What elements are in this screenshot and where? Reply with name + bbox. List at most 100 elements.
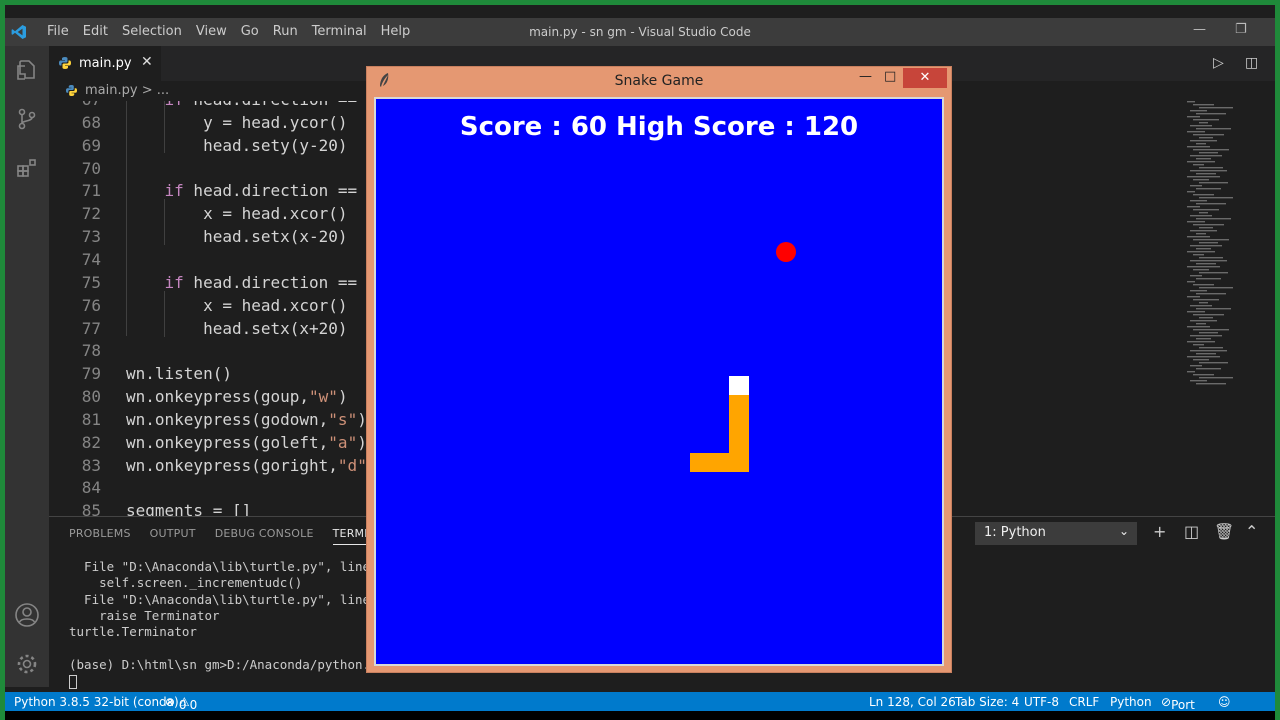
tab-size[interactable]: Tab Size: 4 xyxy=(955,695,1019,709)
line-number: 67 xyxy=(49,101,101,109)
line-number: 82 xyxy=(81,432,101,452)
activity-bar xyxy=(5,46,49,687)
snake-title-bar[interactable]: Snake Game — □ ✕ xyxy=(367,67,951,95)
snake-segment xyxy=(729,395,749,415)
breadcrumb-separator: > xyxy=(141,83,153,98)
code-text: wn.onkeypress(goup,"w") xyxy=(126,387,348,407)
code-text: if head.direction == xyxy=(126,101,358,109)
python-file-icon xyxy=(59,57,71,69)
python-file-icon xyxy=(66,85,77,96)
snake-head xyxy=(729,376,749,395)
extensions-icon[interactable] xyxy=(13,154,41,182)
restore-icon[interactable]: ❐ xyxy=(1235,22,1247,37)
line-number: 72 xyxy=(81,204,101,224)
line-number: 74 xyxy=(81,249,101,269)
close-icon[interactable]: ✕ xyxy=(903,68,947,88)
tab-debug-console[interactable]: DEBUG CONSOLE xyxy=(215,527,314,545)
line-number: 79 xyxy=(81,364,101,384)
more-actions-icon[interactable]: ⋯ xyxy=(1275,55,1280,71)
line-number: 81 xyxy=(81,409,101,429)
food xyxy=(776,242,796,262)
code-text: wn.listen() xyxy=(126,364,232,384)
tab-problems[interactable]: PROBLEMS xyxy=(69,527,131,545)
line-number: 84 xyxy=(81,478,101,498)
code-text: y = head.ycor() xyxy=(126,112,348,132)
line-number: 68 xyxy=(81,112,101,132)
breadcrumb-file[interactable]: main.py xyxy=(85,83,138,98)
terminal-line: turtle.Terminator xyxy=(69,624,197,640)
terminal-select[interactable]: 1: Python ⌄ xyxy=(975,522,1137,545)
run-python-icon[interactable]: ▷ xyxy=(1213,55,1224,71)
code-text: wn.onkeypress(goright,"d" xyxy=(126,455,367,475)
game-canvas[interactable]: Score : 60 High Score : 120 xyxy=(374,97,944,666)
error-count: 0 xyxy=(178,698,187,712)
screen-frame: File Edit Selection View Go Run Terminal… xyxy=(0,0,1280,720)
code-text: segments = [] xyxy=(126,501,252,516)
line-number: 73 xyxy=(81,227,101,247)
breadcrumb-more[interactable]: ... xyxy=(157,83,169,98)
snake-segment xyxy=(690,453,710,472)
snake-segment xyxy=(729,435,749,453)
split-terminal-icon[interactable]: ◫ xyxy=(1184,522,1199,541)
code-text: if head.direction == xyxy=(164,272,358,292)
terminal-cursor xyxy=(69,674,77,689)
language-mode[interactable]: Python xyxy=(1110,695,1152,709)
title-bar: File Edit Selection View Go Run Terminal… xyxy=(5,18,1275,46)
explorer-icon[interactable] xyxy=(13,56,41,84)
code-text: x = head.xcor() xyxy=(126,295,348,315)
maximize-panel-icon[interactable]: ⌃ xyxy=(1245,522,1258,541)
new-terminal-icon[interactable]: + xyxy=(1153,522,1166,541)
screen-bottom-edge xyxy=(5,711,1275,720)
line-number: 76 xyxy=(81,295,101,315)
close-tab-icon[interactable]: ✕ xyxy=(141,54,153,70)
maximize-icon[interactable]: □ xyxy=(884,69,896,84)
code-text: wn.onkeypress(goleft,"a") xyxy=(126,432,367,452)
minimap[interactable] xyxy=(1185,101,1265,401)
line-number: 77 xyxy=(81,318,101,338)
tab-label: main.py xyxy=(79,56,132,71)
chevron-down-icon: ⌄ xyxy=(1118,524,1129,538)
panel-tabs: PROBLEMS OUTPUT DEBUG CONSOLE TERMINAL xyxy=(69,527,409,545)
game-board xyxy=(690,242,796,472)
code-text: head.sety(y-20) xyxy=(126,135,348,155)
line-number: 70 xyxy=(81,158,101,178)
terminal-line: (base) D:\html\sn gm>D:/Anaconda/python.… xyxy=(69,656,378,672)
settings-gear-icon[interactable] xyxy=(13,650,41,678)
status-bar: Python 3.8.5 32-bit (conda) ⊗ 0 ⚠ 0 Ln 1… xyxy=(5,692,1275,720)
warning-count: 0 xyxy=(189,698,198,712)
python-interpreter[interactable]: Python 3.8.5 32-bit (conda) xyxy=(14,695,179,709)
end-of-line[interactable]: CRLF xyxy=(1069,695,1099,709)
tab-main-py[interactable]: main.py ✕ xyxy=(49,46,161,81)
account-icon[interactable] xyxy=(13,601,41,629)
code-text: if head.direction == xyxy=(164,181,358,201)
encoding[interactable]: UTF-8 xyxy=(1024,695,1059,709)
terminal-output[interactable]: File "D:\Anaconda\lib\turtle.py", line s… xyxy=(69,559,378,689)
terminal-line: File "D:\Anaconda\lib\turtle.py", line xyxy=(69,559,371,574)
terminal-line: raise Terminator xyxy=(69,607,220,623)
snake-segment xyxy=(710,453,749,472)
line-number: 69 xyxy=(81,135,101,155)
tab-output[interactable]: OUTPUT xyxy=(150,527,196,545)
minimize-icon[interactable]: — xyxy=(1193,22,1206,37)
line-number: 80 xyxy=(81,387,101,407)
code-text: wn.onkeypress(godown,"s") xyxy=(126,409,367,429)
code-text: x = head.xcor() xyxy=(126,204,348,224)
terminal-line: self.screen._incrementudc() xyxy=(69,575,303,591)
trash-icon[interactable]: 🗑 xyxy=(1214,522,1234,541)
source-control-icon[interactable] xyxy=(13,105,41,133)
window-title: main.py - sn gm - Visual Studio Code xyxy=(529,25,751,39)
snake-segment xyxy=(729,415,749,435)
close-panel-icon[interactable]: ✕ xyxy=(1274,522,1275,541)
terminal-select-value: 1: Python xyxy=(984,525,1046,540)
terminal-line: File "D:\Anaconda\lib\turtle.py", line xyxy=(69,591,371,607)
line-number: 75 xyxy=(81,272,101,292)
cursor-position[interactable]: Ln 128, Col 26 xyxy=(869,695,956,709)
feedback-icon[interactable]: ☺ xyxy=(1218,695,1231,709)
minimize-icon[interactable]: — xyxy=(859,69,872,84)
live-server-port[interactable]: ⊘ Port : 5500 xyxy=(1161,695,1195,720)
line-number: 83 xyxy=(81,455,101,475)
problems-indicator[interactable]: ⊗ 0 ⚠ 0 xyxy=(165,695,197,712)
snake-game-window[interactable]: Snake Game — □ ✕ Score : 60 High Score :… xyxy=(366,66,952,673)
split-editor-icon[interactable]: ◫ xyxy=(1245,55,1258,71)
